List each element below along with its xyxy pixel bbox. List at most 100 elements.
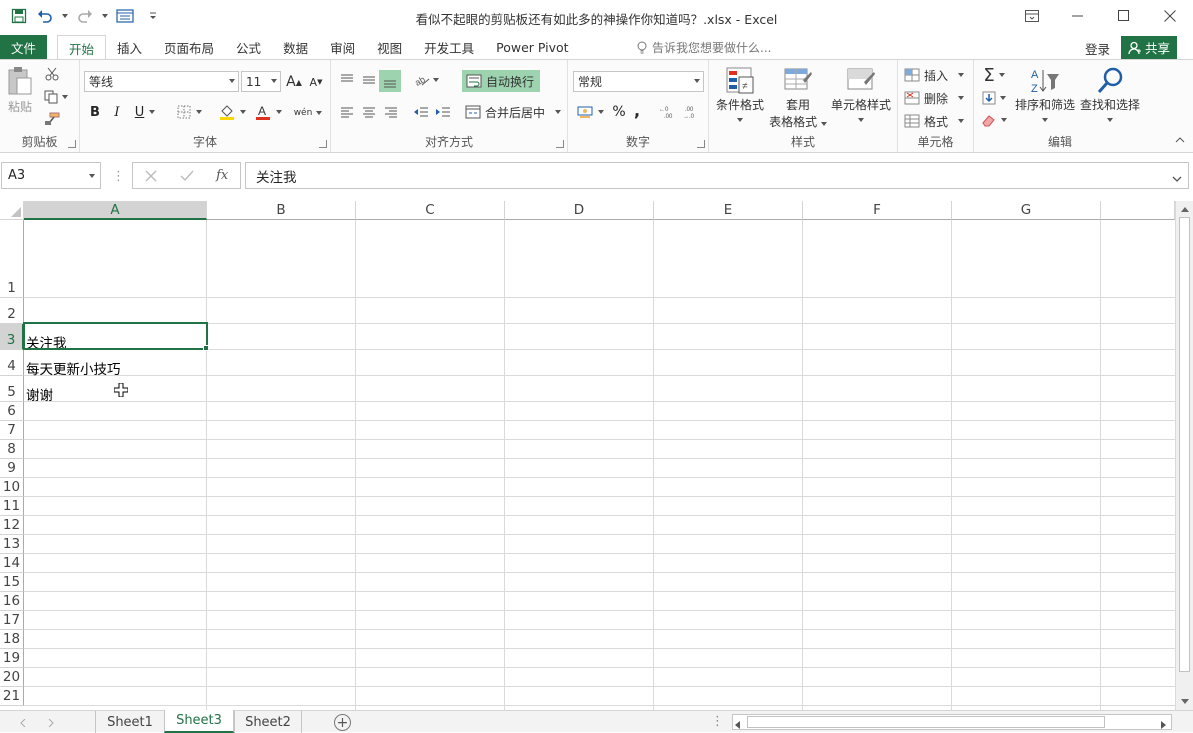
cell-a5[interactable]: 谢谢 — [26, 384, 53, 404]
align-center-icon[interactable] — [359, 102, 379, 122]
format-painter-icon[interactable] — [42, 110, 62, 128]
alignment-launcher[interactable] — [556, 140, 564, 148]
font-name-combo[interactable]: 等线 — [84, 71, 239, 92]
percent-button[interactable]: % — [610, 102, 628, 122]
merge-center-button[interactable]: 合并后居中 — [465, 102, 563, 122]
comma-button[interactable]: , — [630, 100, 644, 120]
row-header-19[interactable]: 19 — [0, 649, 24, 668]
name-box[interactable]: A3 — [1, 162, 101, 189]
borders-button[interactable] — [174, 102, 204, 122]
orientation-button[interactable]: ab — [411, 70, 441, 90]
column-header-h-partial[interactable] — [1101, 201, 1175, 220]
row-header-18[interactable]: 18 — [0, 630, 24, 649]
tell-me-box[interactable]: 告诉我您想要做什么... — [636, 39, 771, 56]
scroll-left-icon[interactable] — [735, 718, 741, 732]
row-header-1[interactable]: 1 — [0, 220, 24, 298]
fill-handle[interactable] — [203, 345, 209, 351]
cut-icon[interactable] — [42, 65, 62, 83]
phonetic-button[interactable]: wén — [292, 102, 324, 124]
column-header-f[interactable]: F — [803, 201, 952, 220]
font-launcher[interactable] — [319, 140, 327, 148]
worksheet-grid[interactable]: A B C D E F G 1 2 3 4 5 6 7 8 9 10 11 12… — [0, 201, 1193, 710]
tab-formulas[interactable]: 公式 — [225, 35, 272, 60]
row-header-5[interactable]: 5 — [0, 376, 24, 402]
tab-home[interactable]: 开始 — [57, 35, 107, 61]
row-header-9[interactable]: 9 — [0, 459, 24, 478]
cell-a4[interactable]: 每天更新小技巧 — [26, 358, 121, 378]
decrease-decimal-icon[interactable]: .00 →.0 — [682, 102, 702, 122]
row-header-14[interactable]: 14 — [0, 554, 24, 573]
top-align-icon[interactable] — [337, 70, 357, 90]
column-header-c[interactable]: C — [356, 201, 505, 220]
share-button[interactable]: 共享 — [1121, 36, 1177, 59]
close-icon[interactable] — [1147, 0, 1193, 32]
row-header-17[interactable]: 17 — [0, 611, 24, 630]
underline-button[interactable]: U — [130, 102, 160, 122]
italic-button[interactable]: I — [108, 102, 126, 122]
horizontal-scroll-thumb[interactable] — [747, 716, 1105, 728]
minimize-icon[interactable] — [1055, 0, 1101, 32]
scroll-right-icon[interactable] — [1161, 718, 1167, 732]
column-header-g[interactable]: G — [952, 201, 1101, 220]
fill-color-button[interactable] — [216, 102, 248, 122]
conditional-formatting-button[interactable]: ≠ 条件格式 — [713, 66, 767, 130]
row-header-12[interactable]: 12 — [0, 516, 24, 535]
row-header-16[interactable]: 16 — [0, 592, 24, 611]
column-header-b[interactable]: B — [207, 201, 356, 220]
sort-filter-button[interactable]: AZ 排序和筛选 — [1012, 66, 1078, 130]
align-left-icon[interactable] — [337, 102, 357, 122]
sheet-tab-sheet3[interactable]: Sheet3 — [164, 710, 234, 733]
row-header-3[interactable]: 3 — [0, 324, 24, 350]
row-header-8[interactable]: 8 — [0, 440, 24, 459]
format-cells-button[interactable]: 格式 — [904, 112, 970, 130]
select-all-corner[interactable] — [0, 201, 24, 220]
column-header-d[interactable]: D — [505, 201, 654, 220]
tab-insert[interactable]: 插入 — [106, 35, 153, 60]
tab-review[interactable]: 审阅 — [319, 35, 366, 60]
tab-file[interactable]: 文件 — [0, 35, 47, 60]
clipboard-launcher[interactable] — [68, 140, 76, 148]
row-header-21[interactable]: 21 — [0, 687, 24, 706]
collapse-ribbon-icon[interactable] — [1175, 132, 1185, 146]
row-header-20[interactable]: 20 — [0, 668, 24, 687]
delete-cells-button[interactable]: 删除 — [904, 89, 970, 107]
wrap-text-button[interactable]: 自动换行 — [462, 70, 540, 92]
maximize-icon[interactable] — [1101, 0, 1147, 32]
vertical-scrollbar[interactable] — [1175, 201, 1193, 710]
expand-formula-bar-icon[interactable] — [1172, 171, 1182, 187]
bold-button[interactable]: B — [86, 102, 104, 122]
grow-font-icon[interactable]: A ▲ — [285, 72, 303, 92]
bottom-align-icon[interactable] — [379, 70, 401, 92]
row-header-2[interactable]: 2 — [0, 298, 24, 324]
add-sheet-button[interactable]: + — [334, 714, 351, 731]
row-header-13[interactable]: 13 — [0, 535, 24, 554]
ribbon-display-icon[interactable] — [1009, 0, 1055, 32]
scroll-up-icon[interactable] — [1178, 202, 1192, 216]
shrink-font-icon[interactable]: A ▼ — [307, 72, 325, 92]
accounting-format-button[interactable] — [574, 102, 606, 122]
row-header-6[interactable]: 6 — [0, 402, 24, 421]
scroll-down-icon[interactable] — [1178, 694, 1192, 708]
next-sheet-icon[interactable] — [48, 716, 54, 730]
tab-power-pivot[interactable]: Power Pivot — [485, 35, 579, 60]
find-select-button[interactable]: 查找和选择 — [1078, 66, 1142, 130]
clear-button[interactable] — [978, 110, 1010, 130]
increase-decimal-icon[interactable]: ←0.00 — [658, 102, 678, 122]
login-link[interactable]: 登录 — [1085, 39, 1110, 58]
font-size-combo[interactable]: 11 — [241, 71, 281, 92]
insert-cells-button[interactable]: 插入 — [904, 66, 970, 84]
insert-function-button[interactable]: fx — [204, 163, 240, 188]
column-header-a[interactable]: A — [24, 201, 207, 220]
align-right-icon[interactable] — [381, 102, 401, 122]
row-header-4[interactable]: 4 — [0, 350, 24, 376]
sheet-tab-sheet2[interactable]: Sheet2 — [234, 711, 302, 733]
row-header-10[interactable]: 10 — [0, 478, 24, 497]
autosum-button[interactable]: Σ — [978, 64, 1010, 86]
tab-data[interactable]: 数据 — [272, 35, 319, 60]
cell-styles-button[interactable]: 单元格样式 — [829, 66, 893, 130]
fill-button[interactable] — [978, 88, 1010, 108]
column-header-e[interactable]: E — [654, 201, 803, 220]
confirm-entry-icon[interactable] — [169, 163, 205, 188]
cancel-entry-icon[interactable] — [133, 163, 169, 188]
tab-splitter[interactable]: ⋮ — [711, 714, 724, 729]
